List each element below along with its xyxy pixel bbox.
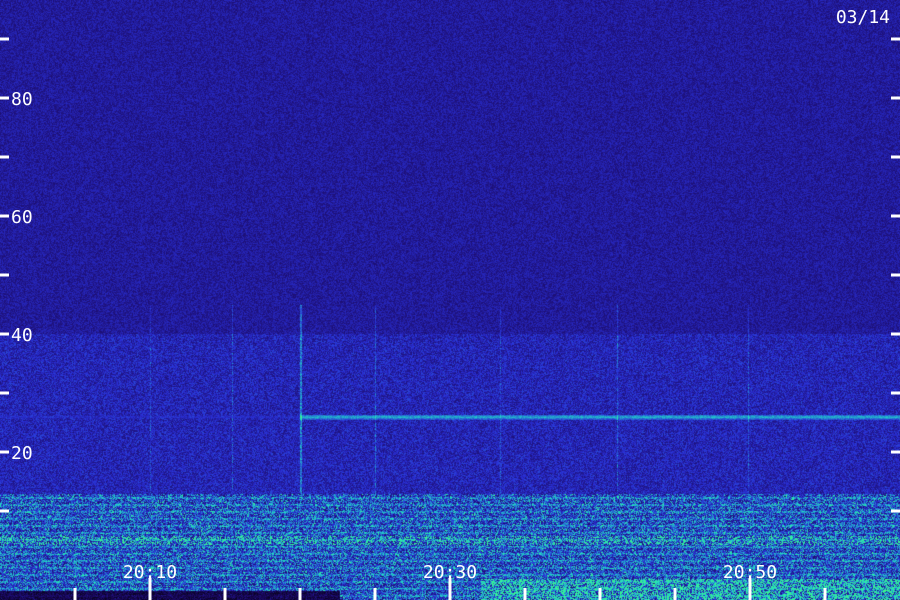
date-label: 03/14	[836, 7, 890, 28]
chart-axes-overlay: 20406080100 20:1020:3020:50 03/14	[0, 7, 900, 600]
y-axis-ticks: 20406080100	[0, 37, 900, 513]
x-axis-ticks: 20:10 20:30 20:50	[73, 562, 827, 600]
y-tick-label: 40	[11, 325, 33, 346]
x-tick-label: 20:50	[723, 562, 777, 583]
y-tick-label: 80	[11, 89, 33, 110]
y-tick-label: 60	[11, 207, 33, 228]
x-tick-label: 20:30	[423, 562, 477, 583]
x-tick-label: 20:10	[123, 562, 177, 583]
y-tick-label: 20	[11, 443, 33, 464]
